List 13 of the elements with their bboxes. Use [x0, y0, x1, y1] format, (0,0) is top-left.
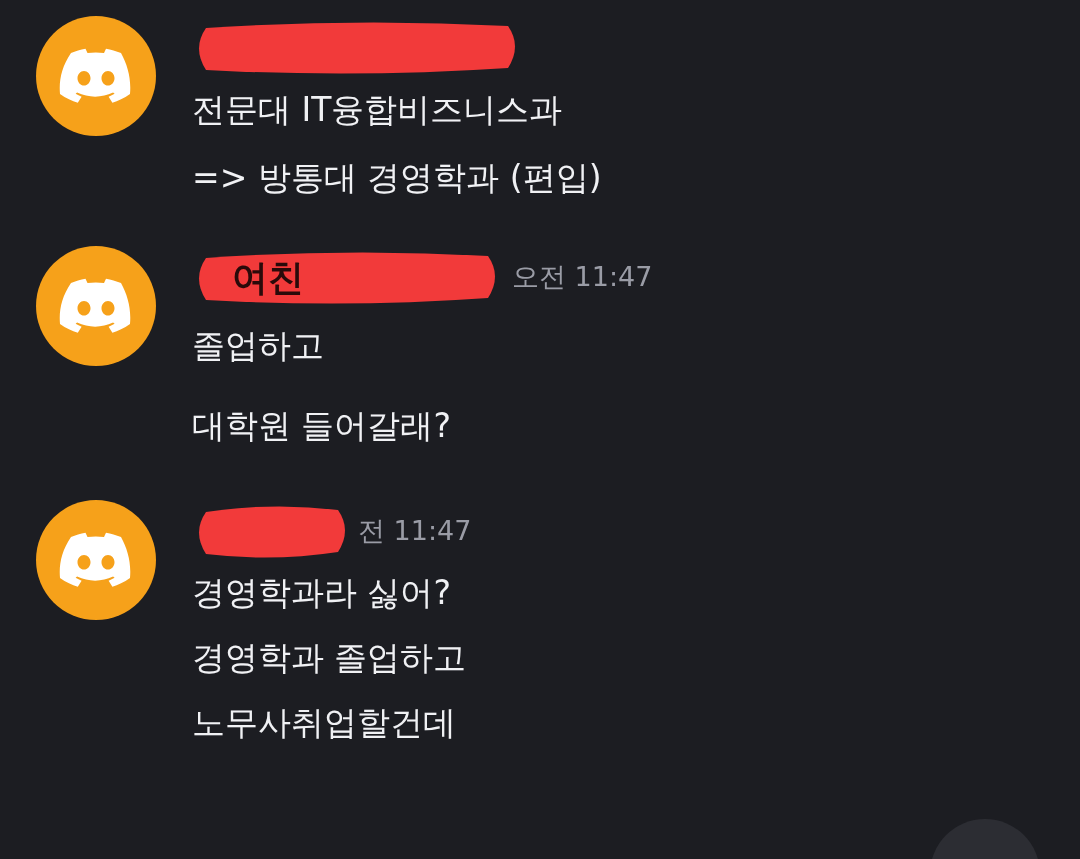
- message-text: 졸업하고: [192, 325, 325, 367]
- message-text: 대학원 들어갈래?: [192, 405, 452, 447]
- author-name: 여친: [232, 256, 304, 300]
- timestamp: 오전 11:47: [512, 260, 653, 294]
- discord-logo-icon: [59, 278, 133, 334]
- message-text: 경영학과라 싫어?: [192, 572, 452, 614]
- timestamp: 전 11:47: [358, 514, 472, 548]
- discord-logo-icon: [59, 48, 133, 104]
- discord-logo-icon: [59, 532, 133, 588]
- message-text: 노무사취업할건데: [192, 702, 457, 744]
- message-text: 경영학과 졸업하고: [192, 637, 468, 679]
- message-text: => 방통대 경영학과 (편입): [192, 157, 602, 199]
- message-text: 전문대 IT융합비즈니스과: [192, 89, 564, 131]
